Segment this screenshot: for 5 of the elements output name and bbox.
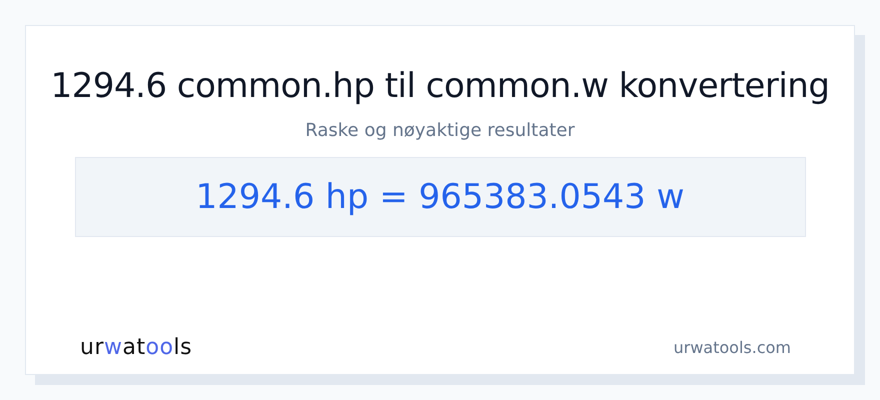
logo: urwatools <box>80 335 192 360</box>
subtitle: Raske og nøyaktige resultater <box>305 120 575 141</box>
site-url: urwatools.com <box>674 338 791 357</box>
result-box: 1294.6 hp = 965383.0543 w <box>74 157 806 237</box>
page-title: 1294.6 common.hp til common.w konvertering <box>50 66 830 106</box>
